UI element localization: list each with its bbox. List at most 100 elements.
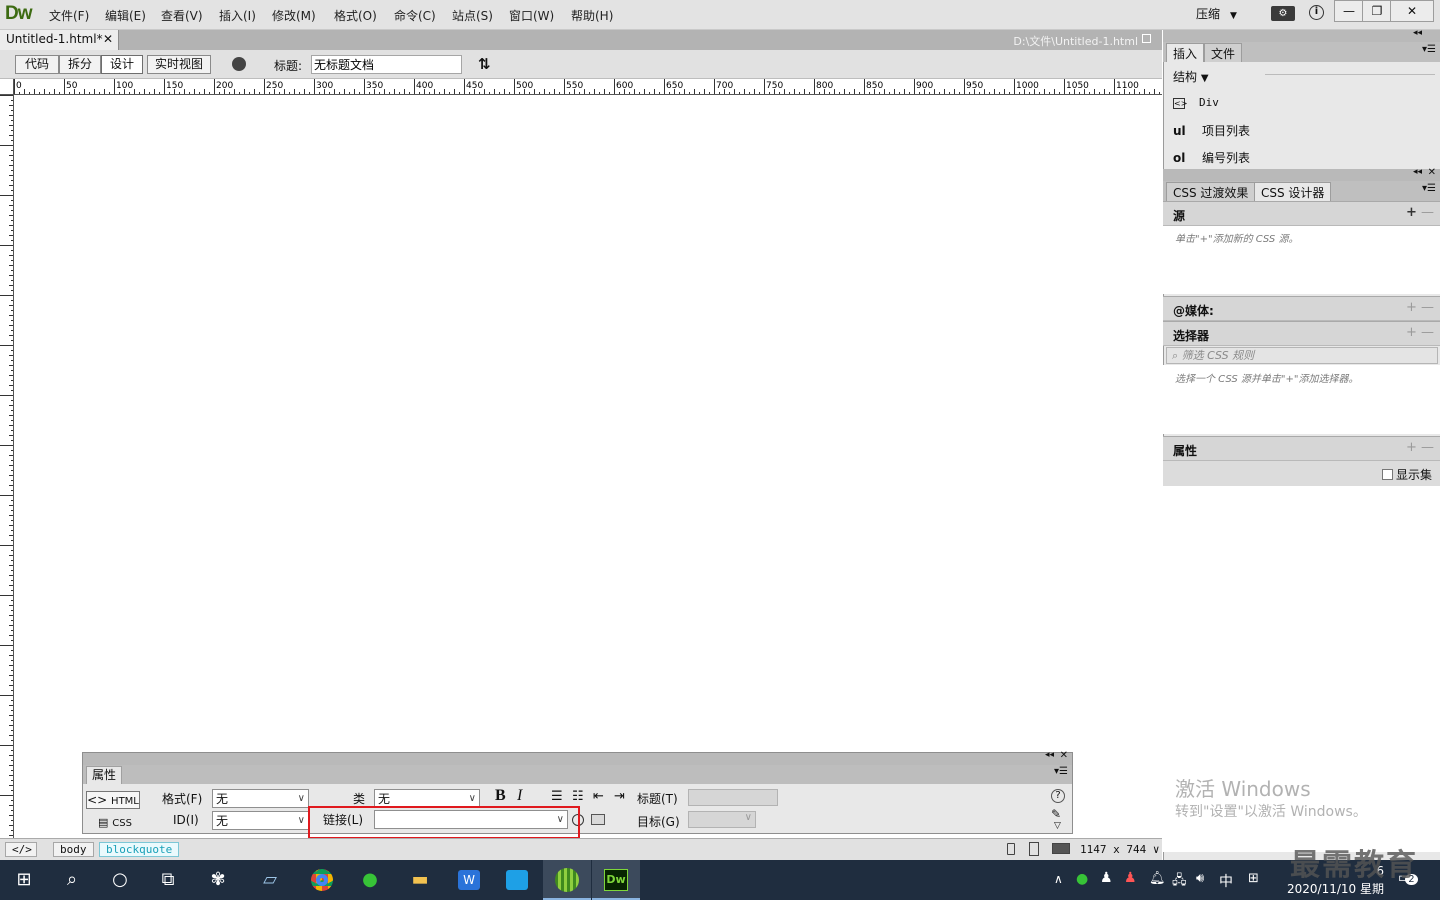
- expand-icon[interactable]: ▽: [1054, 821, 1061, 831]
- html-mode-button[interactable]: <> HTML: [86, 791, 140, 809]
- keyboard-layout-icon[interactable]: ⊞: [1248, 871, 1259, 886]
- horizontal-ruler: 0 50 100 150 200 250 300 350 400 450 500 550 600 650 7…: [14, 79, 1162, 95]
- windows-start-icon[interactable]: ⊞: [0, 860, 48, 900]
- selector-filter-input[interactable]: ⌕ 筛选 CSS 规则: [1166, 347, 1438, 364]
- ime-indicator[interactable]: 中: [1219, 871, 1233, 891]
- menu-edit[interactable]: 编辑(E): [105, 7, 146, 24]
- preview-in-browser-icon[interactable]: [232, 57, 246, 71]
- document-tab[interactable]: Untitled-1.html* ✕: [0, 30, 119, 50]
- wechat-tray-icon[interactable]: ●: [1076, 871, 1088, 887]
- add-remove-icons[interactable]: + —: [1406, 325, 1434, 340]
- cortana-icon[interactable]: ○: [96, 860, 144, 900]
- help-icon[interactable]: ?: [1051, 789, 1065, 803]
- menu-window[interactable]: 窗口(W): [509, 7, 554, 24]
- restore-button[interactable]: ❐: [1362, 0, 1392, 22]
- dreamweaver-taskbar-icon[interactable]: Dw: [592, 860, 640, 900]
- add-remove-icons[interactable]: + —: [1406, 440, 1434, 455]
- format-label: 格式(F): [162, 792, 203, 806]
- insert-category-select[interactable]: 结构 ▼: [1173, 68, 1209, 85]
- tablet-size-icon[interactable]: [1029, 842, 1039, 856]
- code-view-button[interactable]: 代码: [15, 55, 59, 74]
- design-view-canvas[interactable]: [15, 96, 1162, 838]
- file-explorer-icon[interactable]: ▬: [396, 860, 444, 900]
- window-size-select[interactable]: 1147 x 744 ∨: [1080, 843, 1159, 856]
- panel-menu-icon[interactable]: ▾☰: [1422, 183, 1436, 194]
- code-tag-icon[interactable]: </>: [5, 842, 37, 857]
- ruler-ticks: [0, 95, 13, 836]
- menu-view[interactable]: 查看(V): [161, 7, 203, 24]
- store-icon[interactable]: [493, 860, 541, 900]
- tag-selector-blockquote[interactable]: blockquote: [99, 842, 180, 857]
- qq-tray-icon[interactable]: ♟: [1100, 870, 1113, 886]
- insert-item-div[interactable]: <> Div: [1173, 95, 1219, 109]
- network-icon[interactable]: 🖧: [1172, 871, 1187, 893]
- unordered-list-icon[interactable]: ☰: [551, 789, 563, 804]
- tag-selector-body[interactable]: body: [53, 842, 94, 857]
- task-view-icon[interactable]: ⧉: [144, 860, 192, 900]
- target-select[interactable]: ∨: [688, 811, 756, 828]
- add-remove-icons[interactable]: + —: [1406, 205, 1434, 220]
- tab-files[interactable]: 文件: [1204, 43, 1243, 62]
- id-select[interactable]: 无 ∨: [212, 811, 309, 830]
- menu-commands[interactable]: 命令(C): [394, 7, 436, 24]
- add-remove-icons[interactable]: + —: [1406, 300, 1434, 315]
- close-icon[interactable]: ✕: [103, 32, 113, 46]
- desktop-size-icon[interactable]: [1052, 843, 1070, 854]
- volume-icon[interactable]: 🔊︎: [1196, 871, 1204, 886]
- ruler-label: 600: [616, 81, 633, 91]
- sync-settings-icon[interactable]: ⚙: [1271, 6, 1295, 21]
- workspace-switcher[interactable]: 压缩 ▼: [1196, 5, 1237, 22]
- tab-css-transitions[interactable]: CSS 过渡效果: [1166, 182, 1256, 201]
- show-hidden-icons[interactable]: ∧: [1054, 872, 1063, 886]
- menu-file[interactable]: 文件(F): [49, 7, 89, 24]
- italic-button[interactable]: I: [517, 787, 522, 805]
- close-icon[interactable]: ✕: [1060, 750, 1068, 761]
- show-set-checkbox[interactable]: 显示集: [1382, 466, 1432, 483]
- menu-format[interactable]: 格式(O): [334, 7, 377, 24]
- document-title-input[interactable]: [311, 55, 462, 74]
- watermelon-app-icon[interactable]: [543, 860, 591, 900]
- insert-item-ol[interactable]: ol 编号列表: [1173, 149, 1250, 166]
- collapse-icon[interactable]: ◂◂: [1413, 167, 1422, 177]
- menu-modify[interactable]: 修改(M): [272, 7, 316, 24]
- collapse-icon[interactable]: ◂◂: [1045, 750, 1054, 760]
- live-view-button[interactable]: 实时视图: [147, 55, 211, 74]
- format-select[interactable]: 无 ∨: [212, 789, 309, 808]
- menu-site[interactable]: 站点(S): [452, 7, 493, 24]
- tab-css-designer[interactable]: CSS 设计器: [1254, 182, 1332, 201]
- insert-item-ul[interactable]: ul 项目列表: [1173, 122, 1250, 139]
- panel-menu-icon[interactable]: ▾☰: [1054, 766, 1068, 777]
- design-view-button[interactable]: 设计: [101, 55, 143, 74]
- ruler-ticks: 0 50 100 150 200 250 300 350 400 450 500 550 600 650 7…: [14, 79, 1160, 94]
- bold-button[interactable]: B: [495, 787, 506, 805]
- search-icon[interactable]: ⌕: [48, 860, 96, 900]
- indent-icon[interactable]: ⇥: [614, 789, 625, 804]
- notification-bell-icon[interactable]: 🔔︎: [1149, 871, 1166, 886]
- notes-app-icon[interactable]: ▱: [246, 860, 294, 900]
- chrome-icon[interactable]: [298, 860, 346, 900]
- close-window-button[interactable]: ✕: [1390, 0, 1434, 22]
- quick-tag-editor-icon[interactable]: ✎: [1051, 807, 1061, 821]
- restore-document-icon[interactable]: [1142, 34, 1151, 43]
- file-transfer-icon[interactable]: ⇅: [478, 55, 491, 73]
- qq-tray-icon-2[interactable]: ♟: [1124, 870, 1137, 886]
- close-icon[interactable]: ✕: [1428, 167, 1436, 178]
- css-mode-button[interactable]: ▤ CSS: [91, 814, 139, 832]
- pinwheel-app-icon[interactable]: ✾: [194, 860, 242, 900]
- mobile-size-icon[interactable]: [1007, 843, 1015, 855]
- split-view-button[interactable]: 拆分: [59, 55, 101, 74]
- tab-insert[interactable]: 插入: [1166, 43, 1205, 62]
- menu-insert[interactable]: 插入(I): [219, 7, 256, 24]
- minimize-button[interactable]: —: [1334, 0, 1364, 22]
- collapse-icon[interactable]: ◂◂: [1413, 28, 1422, 38]
- menu-help[interactable]: 帮助(H): [571, 7, 613, 24]
- properties-tab[interactable]: 属性: [86, 766, 122, 784]
- panel-menu-icon[interactable]: ▾☰: [1422, 44, 1436, 55]
- browse-folder-icon[interactable]: [591, 814, 605, 825]
- info-icon[interactable]: i: [1309, 5, 1324, 20]
- ordered-list-icon[interactable]: ☷: [572, 789, 584, 804]
- wechat-icon[interactable]: ●: [346, 860, 394, 900]
- outdent-icon[interactable]: ⇤: [593, 789, 604, 804]
- title-field-input[interactable]: [688, 789, 778, 806]
- wps-icon[interactable]: W: [445, 860, 493, 900]
